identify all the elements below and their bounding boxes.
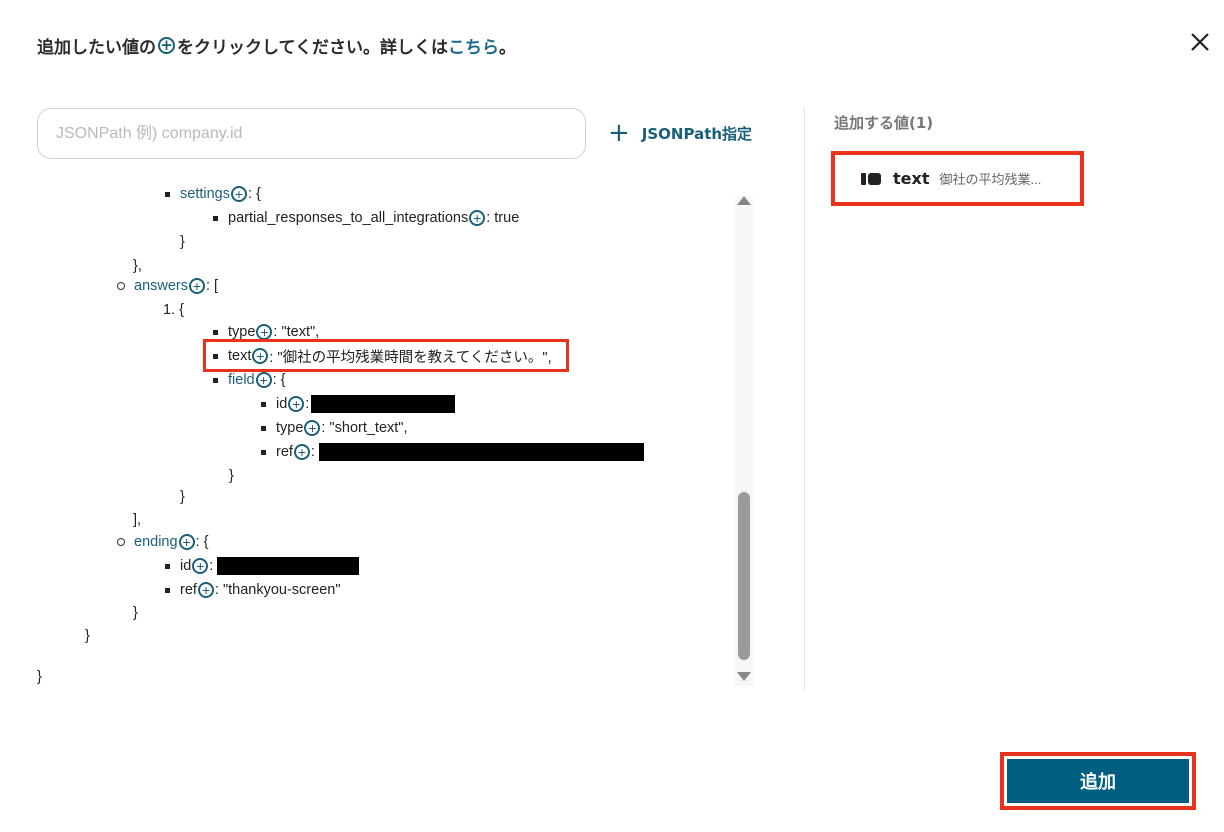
instruction-middle: をクリックしてください。詳しくは [177, 38, 448, 58]
tree-line: } [229, 465, 234, 487]
add-value-plus-icon[interactable]: + [178, 534, 195, 550]
scroll-down-arrow-icon[interactable] [737, 672, 751, 681]
tree-key: id [180, 558, 192, 574]
bullet-circle [117, 538, 125, 546]
tree-line: } [37, 666, 42, 688]
scroll-up-arrow-icon[interactable] [737, 196, 751, 205]
instruction-suffix: 。 [498, 38, 516, 58]
close-icon[interactable] [1186, 28, 1214, 56]
tree-key: type [276, 420, 304, 436]
tree-punct: } [180, 234, 185, 250]
tree-line: partial_responses_to_all_integrations + … [213, 207, 519, 229]
bullet-square [213, 329, 218, 335]
add-value-plus-icon[interactable]: + [293, 444, 310, 460]
tree-line: } [180, 231, 185, 253]
add-value-plus-icon[interactable]: + [197, 582, 214, 598]
tree-punct: }, [133, 258, 142, 274]
bullet-square [261, 425, 266, 431]
tree-value: : "text", [273, 324, 320, 340]
add-value-plus-icon[interactable]: + [192, 558, 209, 574]
add-button-highlight: 追加 [1000, 752, 1196, 810]
tree-punct: } [37, 669, 42, 685]
tree-punct: : [305, 396, 310, 412]
tree-value: : "short_text", [321, 420, 408, 436]
jsonpath-specify-label: JSONPath指定 [641, 124, 753, 143]
chip-name: text [893, 169, 930, 188]
tree-key: ending [134, 534, 178, 550]
bullet-square [213, 215, 218, 221]
tree-punct: : { [272, 372, 286, 388]
selected-values-title: 追加する値(1) [834, 114, 934, 132]
tree-key: type [228, 324, 256, 340]
tree-value: : "thankyou-screen" [214, 582, 341, 598]
add-value-plus-icon[interactable]: + [189, 278, 205, 294]
tree-key: answers [134, 278, 188, 294]
bullet-square [261, 401, 266, 407]
add-value-plus-icon[interactable]: + [255, 372, 272, 388]
tree-punct: ], [133, 512, 142, 528]
bullet-square [165, 587, 170, 593]
bullet-square [165, 191, 170, 197]
tree-key: ref [276, 444, 293, 460]
tree-line: answers + : [ [117, 275, 218, 297]
tree-line: 1. { [163, 299, 184, 321]
tree-line: } [133, 602, 138, 624]
add-value-plus-icon[interactable]: + [469, 210, 486, 226]
tree-key: partial_responses_to_all_integrations [228, 210, 469, 226]
help-link[interactable]: こちら [448, 33, 499, 58]
chip-value: 御社の平均残業... [939, 172, 1042, 187]
tree-line: } [85, 625, 90, 647]
tree-line: type + : "short_text", [261, 417, 407, 439]
tree-value: : true [486, 210, 520, 226]
scrollbar-thumb[interactable] [738, 492, 750, 660]
redacted-value [318, 443, 644, 461]
add-value-plus-icon[interactable]: + [256, 324, 273, 340]
tree-punct: : { [195, 534, 209, 550]
plus-icon: + [608, 118, 630, 148]
tree-punct: : [ [206, 278, 219, 294]
instruction-header: 追加したい値の + をクリックしてください。詳しくは こちら 。 [37, 33, 516, 58]
tree-key: id [276, 396, 288, 412]
tree-punct: } [229, 468, 234, 484]
tree-punct: : { [247, 186, 261, 202]
tree-key: settings [180, 186, 230, 202]
redacted-value [217, 557, 360, 575]
tree-line: id + : [261, 393, 456, 415]
field-type-icon [861, 172, 881, 185]
panel-divider [804, 108, 805, 690]
instruction-prefix: 追加したい値の [37, 38, 156, 58]
bullet-square [213, 377, 218, 383]
tree-punct: } [133, 605, 138, 621]
add-button[interactable]: 追加 [1007, 759, 1189, 803]
tree-index: 1. { [163, 302, 184, 318]
jsonpath-specify-button[interactable]: + JSONPath指定 [608, 120, 752, 146]
tree-line: }, [133, 255, 142, 277]
add-value-plus-icon[interactable]: + [288, 396, 305, 412]
tree-key: ref [180, 582, 197, 598]
tree-line: settings + : { [165, 183, 261, 205]
tree-key: field [228, 372, 255, 388]
tree-punct: } [85, 628, 90, 644]
tree-punct: : [209, 558, 214, 574]
plus-circle-icon: + [158, 37, 175, 54]
redacted-value [311, 395, 456, 413]
add-value-plus-icon[interactable]: + [230, 186, 247, 202]
add-value-plus-icon[interactable]: + [304, 420, 321, 436]
tree-line: ref + : "thankyou-screen" [165, 579, 340, 601]
bullet-circle [117, 282, 125, 290]
tree-line: ], [133, 509, 141, 531]
tree-line: id + : [165, 555, 360, 577]
tree-line: } [180, 486, 185, 508]
jsonpath-search-input[interactable] [37, 108, 586, 159]
bullet-square [165, 563, 170, 569]
tree-punct: } [180, 489, 185, 505]
highlight-box [203, 339, 569, 372]
tree-punct: : [310, 444, 315, 460]
tree-line: ending + : { [117, 531, 208, 553]
selected-value-chip[interactable]: text 御社の平均残業... [831, 151, 1084, 206]
tree-line: ref + : [261, 441, 644, 463]
tree-line: field + : { [213, 369, 286, 391]
json-tree: settings + : { partial_responses_to_all_… [0, 180, 730, 690]
bullet-square [261, 449, 266, 455]
